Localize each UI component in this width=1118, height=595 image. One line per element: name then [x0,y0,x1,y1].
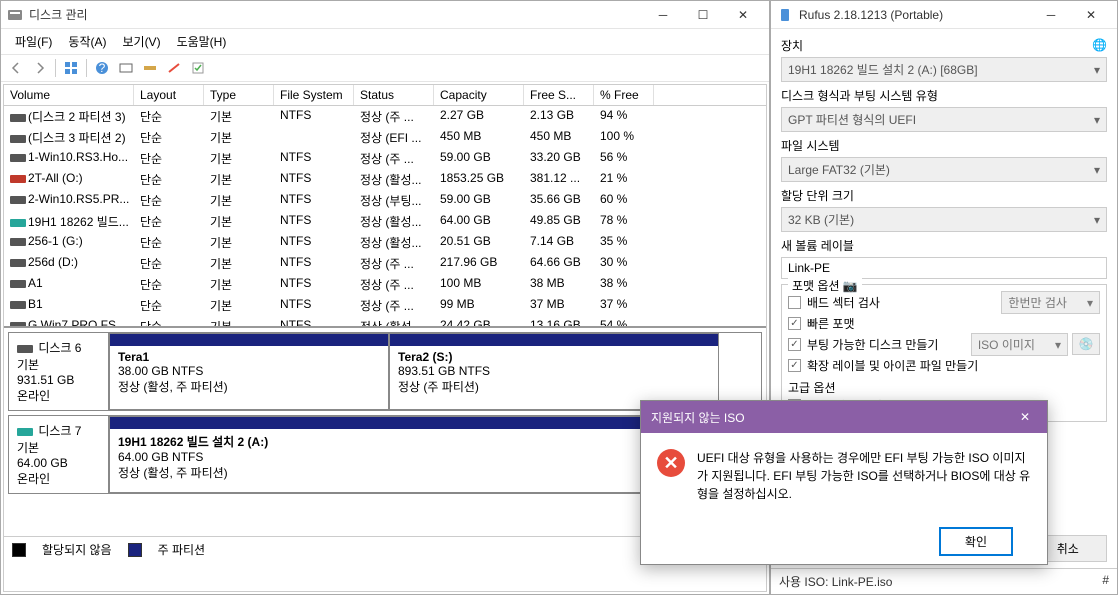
rufus-close[interactable]: ✕ [1071,1,1111,29]
col-capacity[interactable]: Capacity [434,85,524,105]
svg-text:?: ? [99,61,106,75]
format-opts-label: 포맷 옵션 📷 [788,277,862,294]
chk-ext[interactable] [788,359,801,372]
select-iso-button[interactable]: 💿 [1072,333,1100,355]
format-opts-icon[interactable]: 📷 [843,279,858,293]
table-row[interactable]: (디스크 2 파티션 3) 단순기본NTFS 정상 (주 ...2.27 GB2… [4,106,766,127]
col-layout[interactable]: Layout [134,85,204,105]
help-button[interactable]: ? [91,57,113,79]
action2-button[interactable] [187,57,209,79]
col-filesystem[interactable]: File System [274,85,354,105]
adv-label[interactable]: 고급 옵션 [788,379,1100,396]
col-status[interactable]: Status [354,85,434,105]
fs-combo[interactable]: Large FAT32 (기본)▾ [781,157,1107,182]
settings-button[interactable] [139,57,161,79]
cluster-label: 할당 단위 크기 [781,187,1107,204]
status-text: 사용 ISO: Link-PE.iso [779,573,892,590]
menu-file[interactable]: 파일(F) [7,31,60,52]
chk-boot-label: 부팅 가능한 디스크 만들기 [807,336,938,353]
chk-boot[interactable] [788,338,801,351]
device-label: 장치 [781,37,803,54]
status-hash-icon[interactable]: # [1102,573,1109,590]
diskmgmt-titlebar: 디스크 관리 ─ ☐ ✕ [1,1,769,29]
swatch-primary [128,543,142,557]
table-row[interactable]: 2T-All (O:) 단순기본NTFS 정상 (활성...1853.25 GB… [4,169,766,190]
rufus-titlebar: Rufus 2.18.1213 (Portable) ─ ✕ [771,1,1117,29]
partition[interactable]: Tera2 (S:)893.51 GB NTFS정상 (주 파티션) [389,333,719,410]
scheme-label: 디스크 형식과 부팅 시스템 유형 [781,87,1107,104]
close-button[interactable]: ✕ [723,1,763,29]
legend-unallocated: 할당되지 않음 [42,541,112,558]
table-row[interactable]: 1-Win10.RS3.Ho... 단순기본NTFS 정상 (주 ...59.0… [4,148,766,169]
minimize-button[interactable]: ─ [643,1,683,29]
table-row[interactable]: 19H1 18262 빌드... 단순기본NTFS 정상 (활성...64.00… [4,211,766,232]
toolbar: ? [1,55,769,82]
fs-label: 파일 시스템 [781,137,1107,154]
table-row[interactable]: B1 단순기본NTFS 정상 (주 ...99 MB37 MB37 % [4,295,766,316]
col-free[interactable]: Free S... [524,85,594,105]
dialog-ok-button[interactable]: 확인 [939,527,1013,556]
table-row[interactable]: A1 단순기본NTFS 정상 (주 ...100 MB38 MB38 % [4,274,766,295]
chk-quick-label: 빠른 포맷 [807,315,855,332]
diskmgmt-icon [7,7,23,23]
error-icon: ✕ [657,449,685,477]
table-row[interactable]: (디스크 3 파티션 2) 단순기본 정상 (EFI ...450 MB450 … [4,127,766,148]
disk-7-label: 디스크 7 기본 64.00 GB 온라인 [9,416,109,493]
chk-quick[interactable] [788,317,801,330]
partition[interactable]: Tera138.00 GB NTFS정상 (활성, 주 파티션) [109,333,389,410]
lang-icon[interactable]: 🌐 [1092,38,1107,52]
cluster-combo[interactable]: 32 KB (기본)▾ [781,207,1107,232]
chk-bad[interactable] [788,296,801,309]
menu-action[interactable]: 동작(A) [60,31,114,52]
rufus-minimize[interactable]: ─ [1031,1,1071,29]
volume-grid-header: Volume Layout Type File System Status Ca… [4,85,766,106]
maximize-button[interactable]: ☐ [683,1,723,29]
device-combo[interactable]: 19H1 18262 빌드 설치 2 (A:) [68GB]▾ [781,57,1107,82]
table-row[interactable]: 256d (D:) 단순기본NTFS 정상 (주 ...217.96 GB64.… [4,253,766,274]
col-pct[interactable]: % Free [594,85,654,105]
error-dialog: 지원되지 않는 ISO ✕ ✕ UEFI 대상 유형을 사용하는 경우에만 EF… [640,400,1048,565]
diskmgmt-title: 디스크 관리 [29,6,643,23]
partition[interactable]: 19H1 18262 빌드 설치 2 (A:)64.00 GB NTFS정상 (… [109,416,721,493]
table-row[interactable]: 256-1 (G:) 단순기본NTFS 정상 (활성...20.51 GB7.1… [4,232,766,253]
forward-button[interactable] [29,57,51,79]
legend-primary: 주 파티션 [158,541,206,558]
chk-ext-label: 확장 레이블 및 아이콘 파일 만들기 [807,357,978,374]
rufus-icon [777,7,793,23]
table-row[interactable]: 2-Win10.RS5.PR... 단순기본NTFS 정상 (부팅...59.0… [4,190,766,211]
menubar: 파일(F) 동작(A) 보기(V) 도움말(H) [1,29,769,55]
refresh-button[interactable] [115,57,137,79]
scheme-combo[interactable]: GPT 파티션 형식의 UEFI▾ [781,107,1107,132]
rufus-title: Rufus 2.18.1213 (Portable) [799,8,1031,22]
table-row[interactable]: G.Win7.PRO.FS... 단순기본NTFS 정상 (활성...24.42… [4,316,766,326]
view-button[interactable] [60,57,82,79]
chk-bad-label: 배드 섹터 검사 [807,294,880,311]
back-button[interactable] [5,57,27,79]
boot-type-combo[interactable]: ISO 이미지▾ [971,333,1068,356]
disk-6-label: 디스크 6 기본 931.51 GB 온라인 [9,333,109,410]
col-type[interactable]: Type [204,85,274,105]
col-volume[interactable]: Volume [4,85,134,105]
bad-passes-combo[interactable]: 한번만 검사▾ [1001,291,1100,314]
volume-grid-body[interactable]: (디스크 2 파티션 3) 단순기본NTFS 정상 (주 ...2.27 GB2… [4,106,766,326]
vollabel-input[interactable]: Link-PE [781,257,1107,279]
menu-help[interactable]: 도움말(H) [169,31,235,52]
vollabel-label: 새 볼륨 레이블 [781,237,1107,254]
dialog-text: UEFI 대상 유형을 사용하는 경우에만 EFI 부팅 가능한 ISO 이미지… [697,449,1031,503]
menu-view[interactable]: 보기(V) [114,31,168,52]
dialog-close-button[interactable]: ✕ [1013,407,1037,427]
rufus-statusbar: 사용 ISO: Link-PE.iso # [771,568,1117,594]
dialog-title: 지원되지 않는 ISO [651,409,745,426]
swatch-unallocated [12,543,26,557]
action1-button[interactable] [163,57,185,79]
